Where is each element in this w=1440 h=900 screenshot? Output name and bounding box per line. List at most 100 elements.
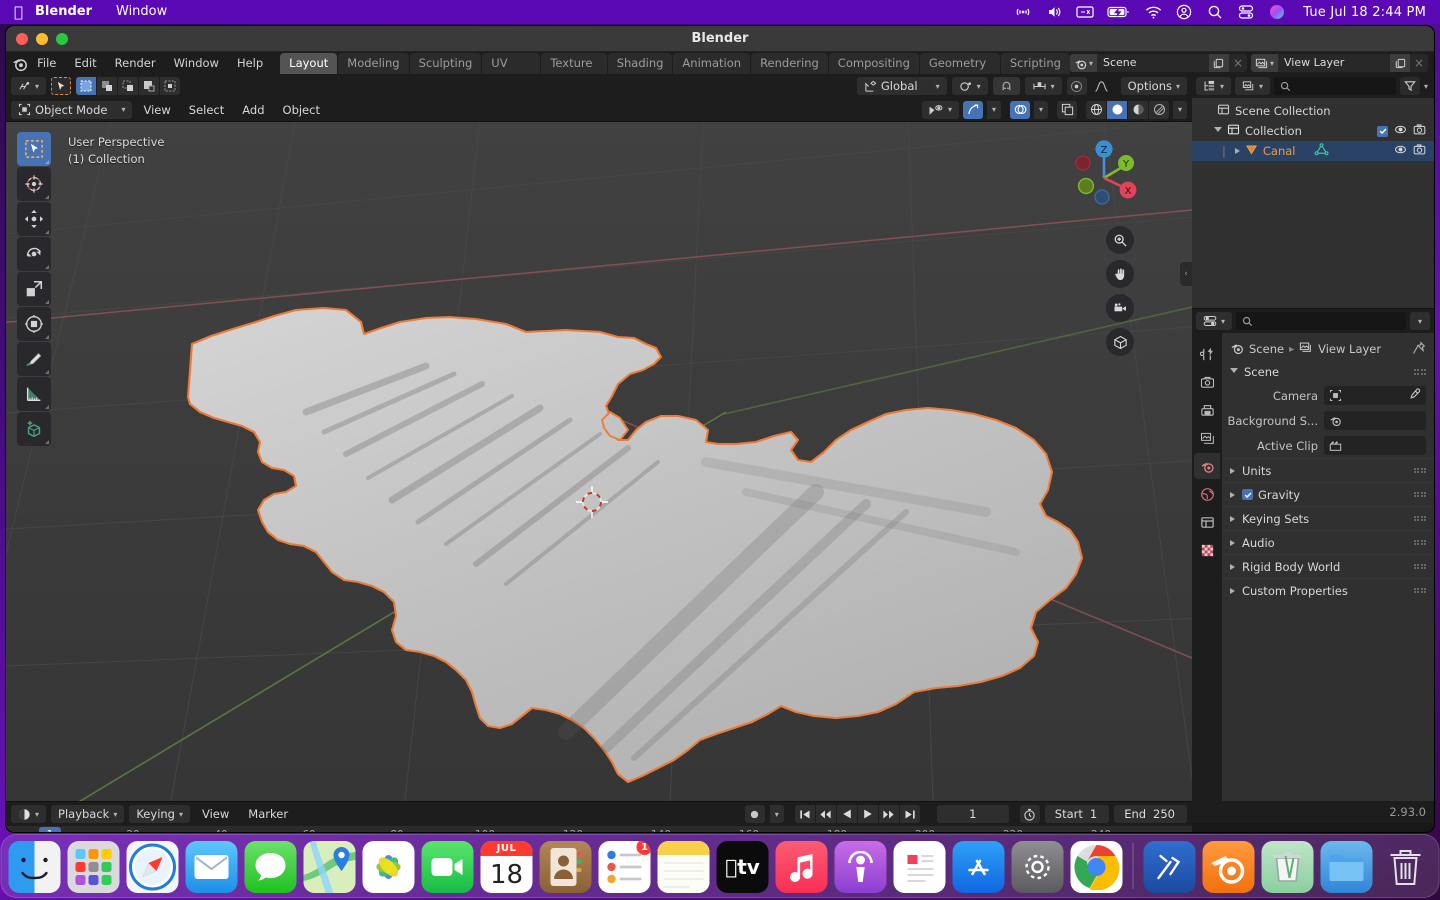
outliner-row-collection[interactable]: Collection: [1192, 121, 1434, 141]
workspace-tab-animation[interactable]: Animation: [673, 52, 751, 74]
menubar-item-window[interactable]: Window: [104, 0, 179, 24]
dock-item-appletv[interactable]: tv: [716, 841, 769, 893]
dock-item-facetime[interactable]: [421, 841, 474, 893]
battery-charging-icon[interactable]: [1107, 3, 1131, 21]
proportional-edit-icon[interactable]: [1066, 77, 1087, 95]
expand-triangle-icon[interactable]: [1230, 539, 1235, 546]
timeline-ruler[interactable]: 20 40 60 80 100 120 140 160 180 200 220 …: [6, 826, 1192, 832]
editor-type-icon[interactable]: ▾: [11, 77, 47, 95]
new-scene-icon[interactable]: [1208, 54, 1229, 72]
workspace-tab-compositing[interactable]: Compositing: [828, 52, 919, 74]
play-reverse-icon[interactable]: [836, 805, 857, 823]
transform-tool[interactable]: [17, 307, 51, 341]
scene-panel-header[interactable]: Scene: [1222, 361, 1434, 383]
dock-item-contacts[interactable]: [539, 841, 592, 893]
pivot-point-dropdown[interactable]: ▾: [951, 77, 988, 95]
remove-scene-button[interactable]: ×: [1229, 54, 1247, 72]
frame-start-field[interactable]: Start 1: [1044, 805, 1110, 823]
auto-keying-dropdown[interactable]: ▾: [769, 805, 784, 823]
dock-item-calendar[interactable]: JUL 18: [480, 841, 533, 893]
dock-item-appstore[interactable]: [952, 841, 1005, 893]
user-account-icon[interactable]: [1175, 3, 1193, 21]
move-tool[interactable]: [17, 202, 51, 236]
expand-triangle-icon[interactable]: [1230, 563, 1235, 570]
options-dropdown[interactable]: Options ▾: [1120, 77, 1187, 95]
annotate-tool[interactable]: [17, 342, 51, 376]
add-cube-tool[interactable]: [17, 412, 51, 446]
select-subtract-icon[interactable]: [118, 77, 139, 95]
menubar-clock[interactable]: Tue Jul 18 2:44 PM: [1303, 5, 1426, 20]
dock-item-mail[interactable]: [185, 841, 238, 893]
jump-to-end-icon[interactable]: [899, 805, 920, 823]
outliner-search-input[interactable]: [1274, 77, 1396, 95]
stopwatch-icon[interactable]: [1019, 805, 1040, 823]
select-extend-icon[interactable]: [97, 77, 118, 95]
panel-drag-grip[interactable]: [1413, 491, 1426, 498]
dock-item-settings[interactable]: [1011, 841, 1064, 893]
rendered-shading-icon[interactable]: [1149, 100, 1169, 119]
snap-target-dropdown[interactable]: ▾: [1024, 77, 1062, 95]
section-gravity[interactable]: Gravity: [1222, 482, 1434, 506]
solid-shading-icon[interactable]: [1107, 100, 1127, 119]
tool-cursor-icon[interactable]: [51, 77, 72, 95]
menu-edit[interactable]: Edit: [65, 54, 105, 72]
minimize-button[interactable]: [36, 32, 48, 45]
workspace-tab-modeling[interactable]: Modeling: [338, 52, 409, 74]
collection-tab[interactable]: [1194, 509, 1220, 535]
dock-item-launchpad[interactable]: [67, 841, 120, 893]
navigation-gizmo[interactable]: Z Y X: [1062, 132, 1146, 216]
panel-drag-grip[interactable]: [1413, 587, 1426, 594]
world-tab[interactable]: [1194, 481, 1220, 507]
rotate-tool[interactable]: [17, 237, 51, 271]
timeline-menu-keying[interactable]: Keying ▾: [129, 805, 190, 823]
select-intersect-icon[interactable]: [160, 77, 181, 95]
workspace-tab-texture-paint[interactable]: Texture Paint: [541, 52, 607, 91]
workspace-tab-layout[interactable]: Layout: [280, 52, 338, 74]
eyedropper-icon[interactable]: [1408, 387, 1421, 404]
section-custom-properties[interactable]: Custom Properties: [1222, 578, 1434, 602]
select-invert-icon[interactable]: [139, 77, 160, 95]
panel-drag-grip[interactable]: [1413, 563, 1426, 570]
menu-file[interactable]: File: [28, 54, 65, 72]
play-icon[interactable]: [857, 805, 878, 823]
panel-drag-grip[interactable]: [1413, 467, 1426, 474]
volume-icon[interactable]: [1045, 3, 1063, 21]
workspace-tab-uv-editing[interactable]: UV Editing: [482, 52, 541, 91]
control-center-icon[interactable]: [1237, 3, 1255, 21]
siri-icon[interactable]: [1268, 3, 1286, 21]
pin-icon[interactable]: [1412, 340, 1426, 358]
camera-icon[interactable]: [1413, 124, 1426, 138]
view-layer-tab[interactable]: [1194, 425, 1220, 451]
collection-checkbox[interactable]: [1377, 125, 1388, 137]
apple-menu-icon[interactable]: : [14, 4, 23, 20]
menu-window[interactable]: Window: [165, 54, 228, 72]
outliner-row-scene-collection[interactable]: Scene Collection: [1192, 101, 1434, 121]
dock-item-downloads-folder[interactable]: [1320, 841, 1373, 893]
interaction-mode-dropdown[interactable]: Object Mode ▾: [11, 100, 133, 119]
panel-drag-grip[interactable]: [1413, 515, 1426, 522]
dock-item-chrome[interactable]: [1070, 841, 1123, 893]
outliner-id-type-icon[interactable]: ▾: [1235, 77, 1271, 95]
transform-orientation-dropdown[interactable]: Global ▾: [856, 77, 947, 95]
active-clip-field[interactable]: [1324, 436, 1426, 455]
dock-item-messages[interactable]: [244, 841, 297, 893]
expand-triangle-icon[interactable]: [1234, 148, 1240, 154]
panel-drag-grip[interactable]: [1413, 369, 1426, 375]
workspace-tab-shading[interactable]: Shading: [607, 52, 673, 74]
tweak-select-box-tool[interactable]: [17, 132, 51, 166]
scale-tool[interactable]: [17, 272, 51, 306]
camera-icon[interactable]: [1413, 144, 1426, 158]
output-tab[interactable]: [1194, 397, 1220, 423]
material-preview-shading-icon[interactable]: [1128, 100, 1148, 119]
eye-icon[interactable]: [1394, 124, 1407, 138]
wifi-icon[interactable]: [1144, 3, 1162, 21]
eye-icon[interactable]: [1394, 144, 1407, 158]
breadcrumb-scene[interactable]: Scene: [1249, 342, 1284, 356]
panel-drag-grip[interactable]: [1413, 539, 1426, 546]
airplay-icon[interactable]: [1014, 3, 1032, 21]
scene-tab[interactable]: [1194, 453, 1220, 479]
dock-item-news[interactable]: [893, 841, 946, 893]
dock-item-podcasts[interactable]: [834, 841, 887, 893]
select-new-icon[interactable]: [76, 77, 97, 95]
menu-help[interactable]: Help: [228, 54, 272, 72]
